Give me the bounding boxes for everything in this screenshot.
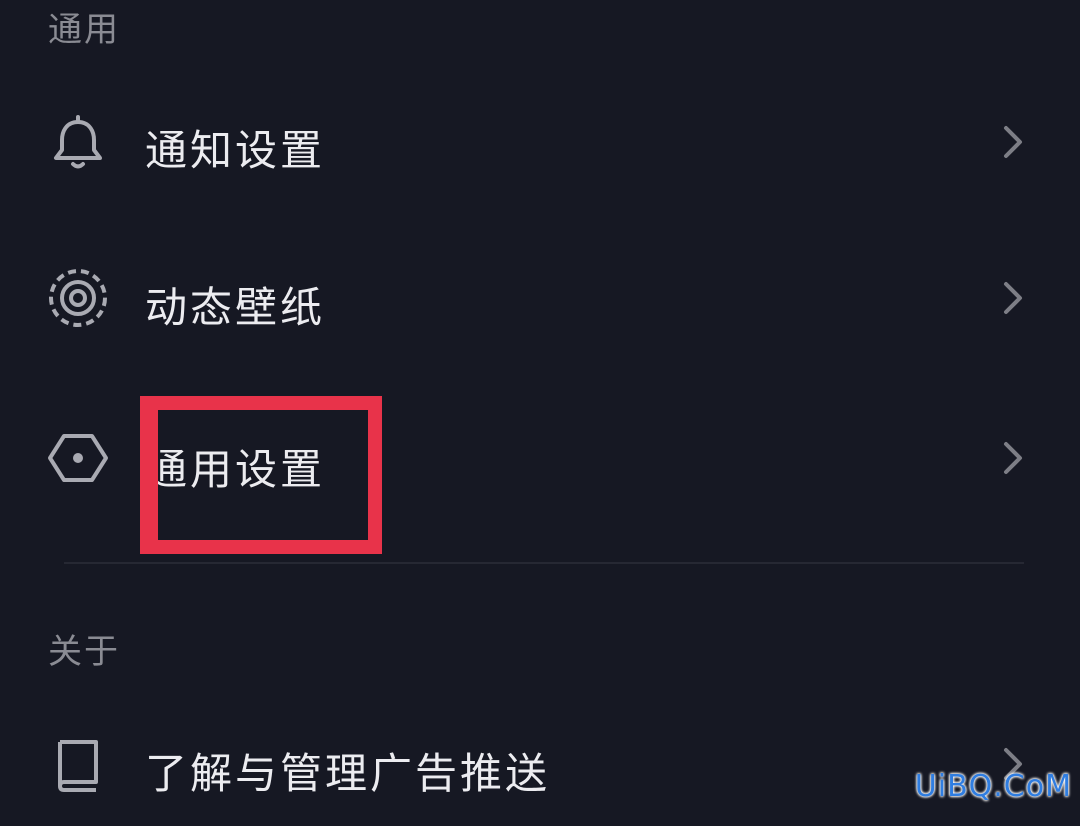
book-icon [46,734,110,798]
settings-item-ad-management[interactable]: 了解与管理广告推送 [0,706,1080,826]
settings-item-label: 了解与管理广告推送 [145,749,551,798]
settings-item-general-settings[interactable]: 通用设置 [0,398,1080,518]
settings-item-label: 动态壁纸 [145,283,326,332]
chevron-right-icon [996,438,1030,478]
chevron-right-icon [996,122,1030,162]
settings-item-live-wallpaper[interactable]: 动态壁纸 [0,238,1080,358]
watermark-text: UiBQ.CoM [914,769,1072,804]
live-wallpaper-icon [46,266,110,330]
section-title-general: 通用 [48,10,120,50]
bell-icon [46,112,110,176]
chevron-right-icon [996,278,1030,318]
settings-item-label: 通知设置 [145,126,326,175]
section-divider [64,562,1024,564]
settings-item-notifications[interactable]: 通知设置 [0,84,1080,204]
settings-item-label: 通用设置 [145,445,326,494]
hexagon-settings-icon [46,426,110,490]
section-title-about: 关于 [48,632,120,672]
